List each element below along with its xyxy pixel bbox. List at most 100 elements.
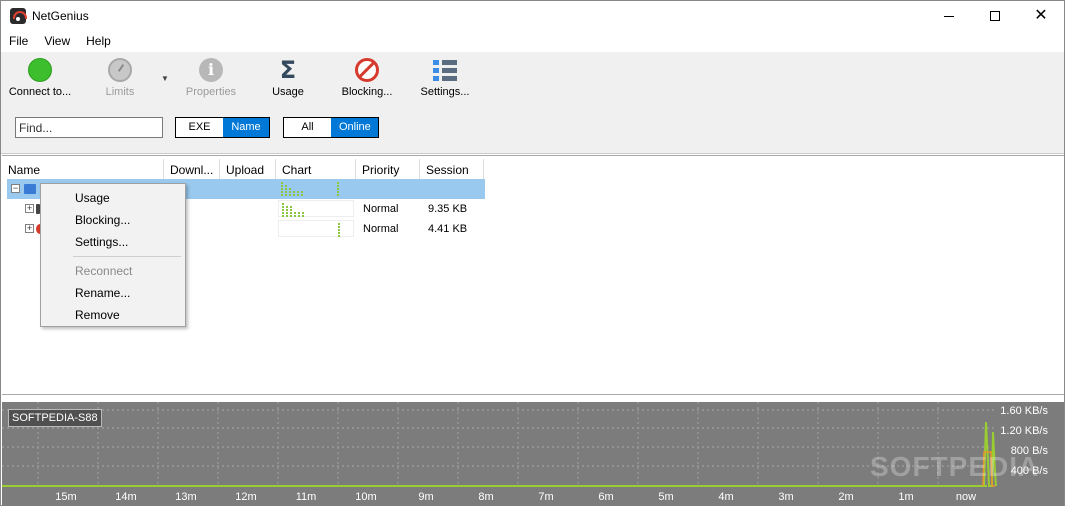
mini-chart-bar xyxy=(281,191,283,193)
blocking-label: Blocking... xyxy=(341,86,393,98)
menu-help[interactable]: Help xyxy=(78,32,119,52)
mini-chart-bar xyxy=(293,191,295,193)
all-online-toggle: All Online xyxy=(283,117,379,138)
ctx-rename[interactable]: Rename... xyxy=(75,286,130,300)
ctx-usage[interactable]: Usage xyxy=(75,191,110,205)
mini-chart-bar xyxy=(338,229,340,231)
mini-chart-bar xyxy=(282,215,284,217)
column-download[interactable]: Downl... xyxy=(164,159,220,179)
graph-device-label: SOFTPEDIA-S88 xyxy=(8,409,102,427)
app-window: NetGenius ✕ File View Help Connect to...… xyxy=(0,0,1065,506)
column-name[interactable]: Name xyxy=(2,159,164,179)
column-priority[interactable]: Priority xyxy=(356,159,420,179)
mini-chart-bar xyxy=(301,194,303,196)
mini-chart-bar xyxy=(297,194,299,196)
mini-chart-bar xyxy=(286,209,288,211)
blocking-button[interactable]: Blocking... xyxy=(335,58,399,102)
mini-chart-bar xyxy=(286,206,288,208)
menu-file[interactable]: File xyxy=(1,32,36,52)
ctx-blocking[interactable]: Blocking... xyxy=(75,213,130,227)
mini-chart-bar xyxy=(290,215,292,217)
mini-chart-bar xyxy=(298,215,300,217)
minimize-button[interactable] xyxy=(926,1,972,31)
mini-chart-bar xyxy=(337,188,339,190)
x-tick-label: 2m xyxy=(838,491,853,503)
mini-chart-bar xyxy=(298,212,300,214)
maximize-icon xyxy=(990,11,1000,21)
row-chart xyxy=(278,220,354,237)
x-tick-label: 7m xyxy=(538,491,553,503)
connect-label: Connect to... xyxy=(8,86,72,98)
ctx-remove[interactable]: Remove xyxy=(75,308,120,322)
properties-button[interactable]: i Properties xyxy=(181,58,241,102)
expand-icon[interactable]: + xyxy=(25,224,34,233)
ctx-settings[interactable]: Settings... xyxy=(75,235,128,249)
row-session: 4.41 KB xyxy=(428,223,468,235)
sigma-icon: Σ xyxy=(279,56,297,84)
x-tick-label: 3m xyxy=(778,491,793,503)
mini-chart-bar xyxy=(282,212,284,214)
mini-chart-bar xyxy=(290,209,292,211)
settings-label: Settings... xyxy=(420,86,470,98)
maximize-button[interactable] xyxy=(972,1,1018,31)
x-tick-label: 11m xyxy=(296,491,317,503)
column-upload[interactable]: Upload xyxy=(220,159,276,179)
title-bar[interactable]: NetGenius ✕ xyxy=(1,1,1064,31)
mini-chart-bar xyxy=(337,194,339,196)
limits-label: Limits xyxy=(105,86,135,98)
settings-button[interactable]: Settings... xyxy=(414,58,476,102)
mini-chart-bar xyxy=(281,182,283,184)
bandwidth-graph: 15m 14m 13m 12m 11m 10m 9m 8m 7m 6m 5m 4m 3m 2m 1m now 1… xyxy=(2,402,1064,506)
toolbar: Connect to... Limits ▼ i Properties Σ Us… xyxy=(1,52,1064,154)
mini-chart-bar xyxy=(290,212,292,214)
mini-chart-bar xyxy=(285,194,287,196)
column-chart[interactable]: Chart xyxy=(276,159,356,179)
mini-chart-bar xyxy=(285,188,287,190)
menu-view[interactable]: View xyxy=(36,32,78,52)
expand-icon[interactable]: + xyxy=(25,204,34,213)
minimize-icon xyxy=(944,15,954,17)
x-tick-label: 6m xyxy=(598,491,613,503)
toggle-name[interactable]: Name xyxy=(223,118,269,137)
close-icon: ✕ xyxy=(1034,7,1048,24)
x-tick-label: 12m xyxy=(235,491,256,503)
limits-button[interactable]: Limits xyxy=(97,58,143,102)
toggle-all[interactable]: All xyxy=(284,118,331,137)
mini-chart-bar xyxy=(282,203,284,205)
settings-list-icon xyxy=(433,58,457,82)
x-tick-label: 1m xyxy=(898,491,913,503)
row-chart xyxy=(278,180,354,197)
mini-chart-bar xyxy=(282,206,284,208)
close-button[interactable]: ✕ xyxy=(1018,1,1064,31)
x-tick-label: 10m xyxy=(355,491,376,503)
find-input[interactable] xyxy=(15,117,163,138)
mini-chart-bar xyxy=(293,194,295,196)
mini-chart-bar xyxy=(286,212,288,214)
y-tick-label: 1.20 KB/s xyxy=(1000,425,1048,437)
limits-dropdown-arrow-icon[interactable]: ▼ xyxy=(161,74,169,83)
usage-button[interactable]: Σ Usage xyxy=(268,58,308,102)
x-tick-label: now xyxy=(956,491,976,503)
toggle-online[interactable]: Online xyxy=(331,118,378,137)
mini-chart-bar xyxy=(337,185,339,187)
mini-chart-bar xyxy=(289,194,291,196)
watermark: SOFTPEDIA xyxy=(870,451,1040,482)
mini-chart-bar xyxy=(281,194,283,196)
connect-button[interactable]: Connect to... xyxy=(5,58,75,102)
context-menu: Usage Blocking... Settings... Reconnect … xyxy=(40,183,186,327)
mini-chart-bar xyxy=(338,226,340,228)
row-priority: Normal xyxy=(363,223,399,235)
ctx-separator xyxy=(73,256,181,257)
mini-chart-bar xyxy=(289,191,291,193)
y-tick-label: 1.60 KB/s xyxy=(1000,405,1048,417)
mini-chart-bar xyxy=(338,235,340,237)
collapse-icon[interactable]: − xyxy=(11,184,20,193)
row-priority: Normal xyxy=(363,203,399,215)
mini-chart-bar xyxy=(281,188,283,190)
mini-chart-bar xyxy=(282,209,284,211)
mini-chart-bar xyxy=(337,182,339,184)
column-session[interactable]: Session xyxy=(420,159,484,179)
mini-chart-bar xyxy=(289,188,291,190)
toggle-exe[interactable]: EXE xyxy=(176,118,223,137)
mini-chart-bar xyxy=(302,215,304,217)
